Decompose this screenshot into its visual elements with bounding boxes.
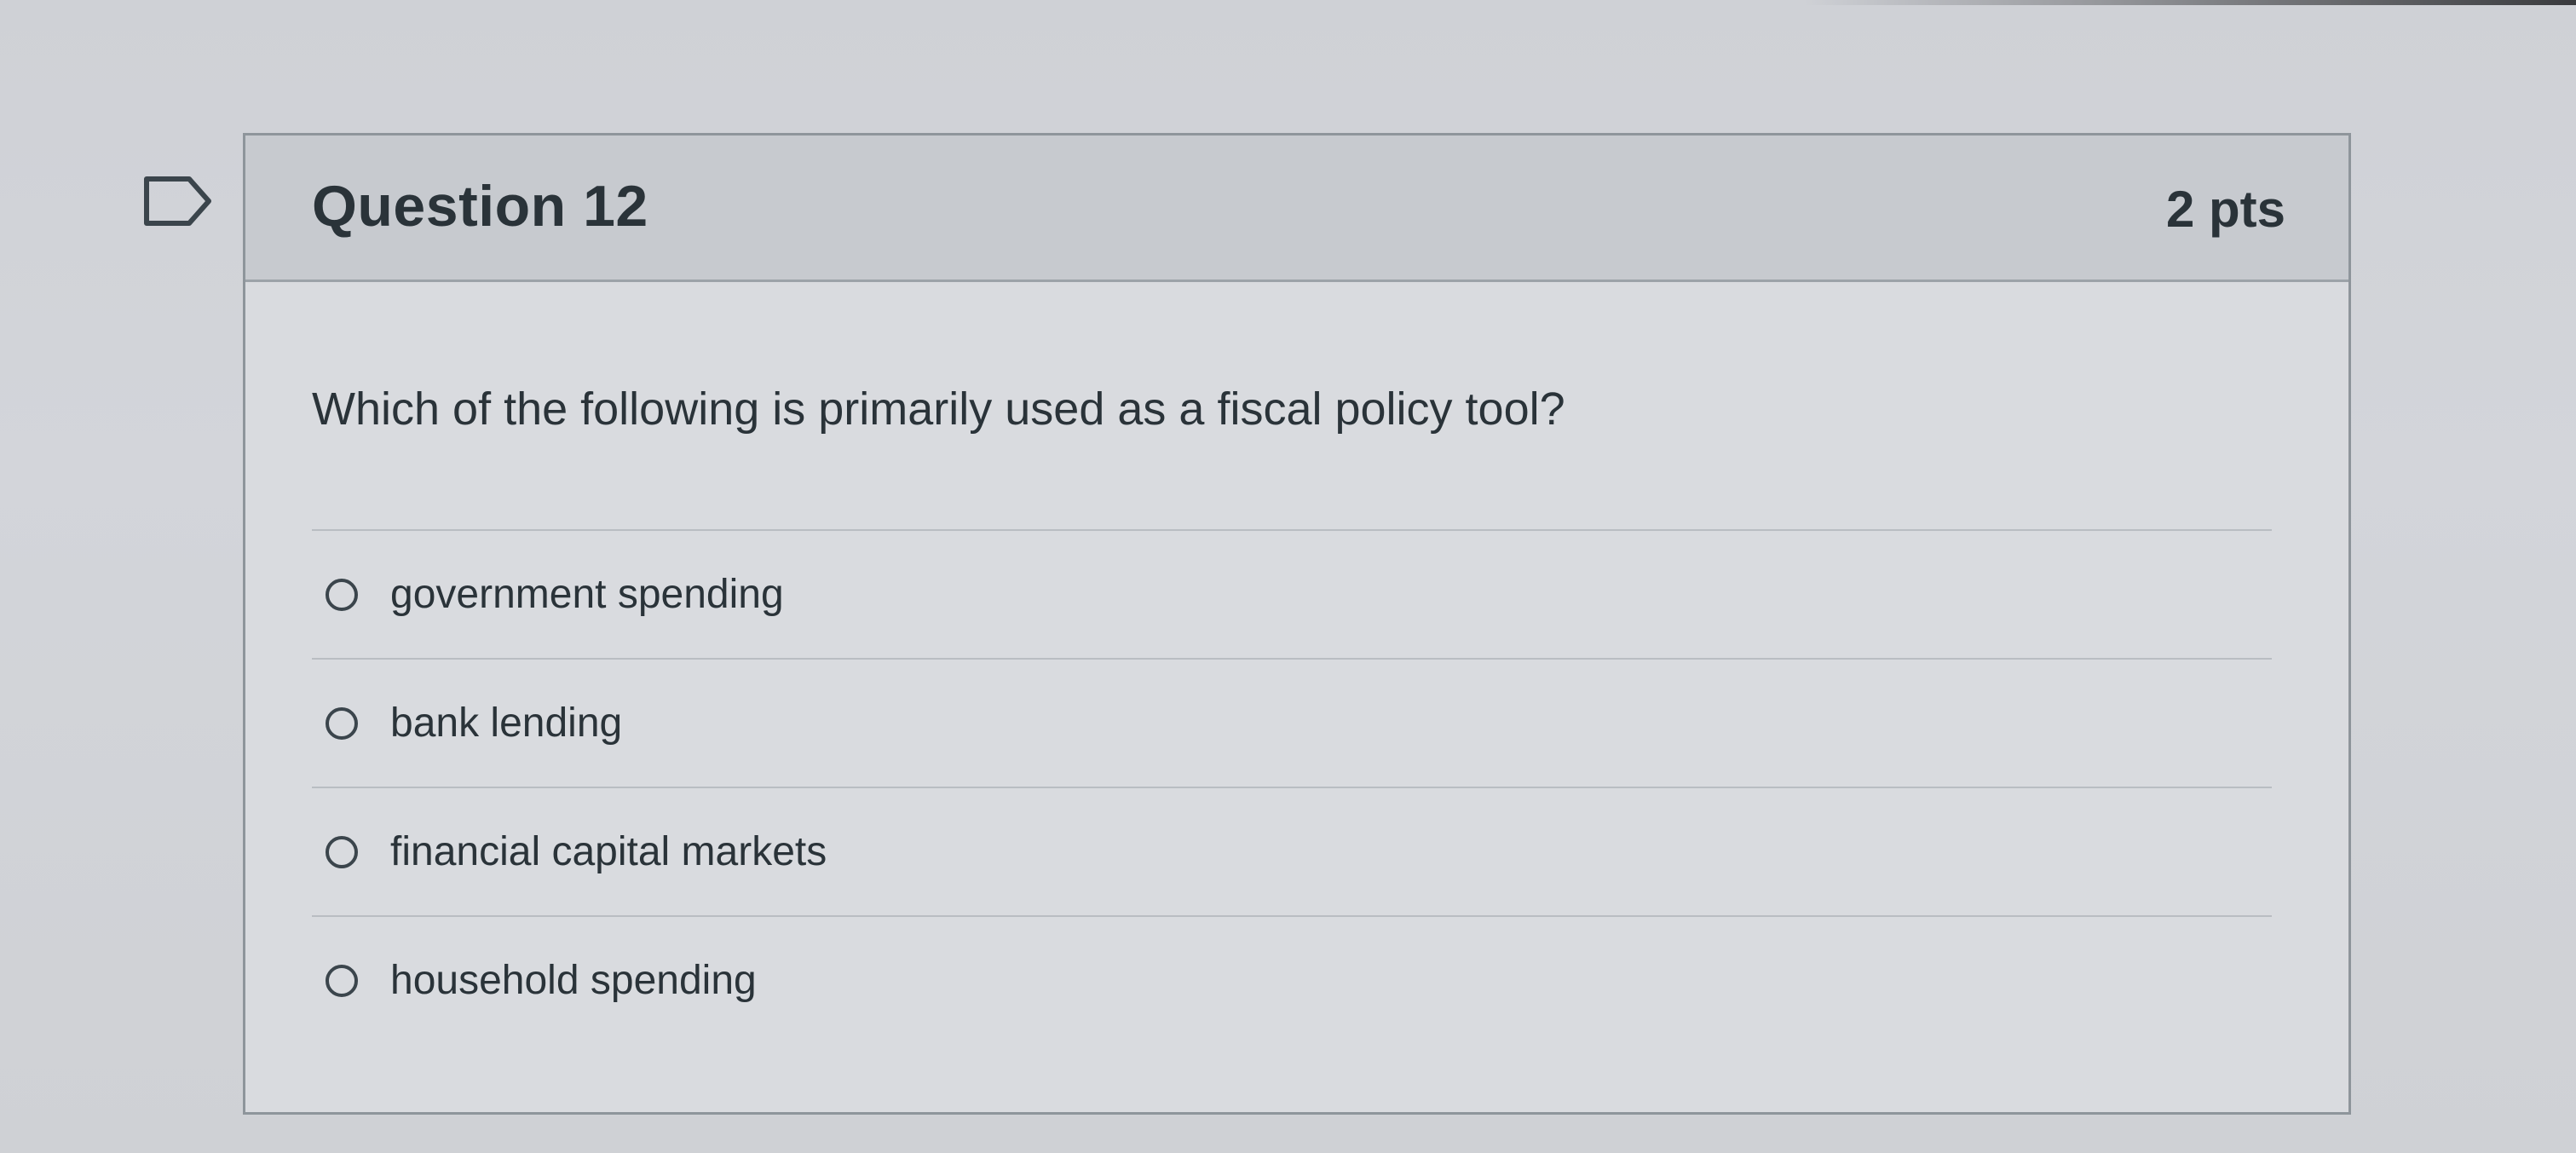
answer-option-financial-capital-markets[interactable]: financial capital markets (312, 787, 2272, 915)
screen-top-edge (0, 0, 2576, 5)
radio-button[interactable] (326, 706, 358, 740)
question-header: Question 12 2 pts (245, 135, 2348, 282)
question-title: Question 12 (312, 174, 648, 239)
radio-button[interactable] (326, 835, 358, 868)
radio-button[interactable] (326, 964, 358, 997)
question-text: Which of the following is primarily used… (312, 383, 1565, 435)
answer-option-household-spending[interactable]: household spending (312, 915, 2272, 1044)
answer-label[interactable]: financial capital markets (390, 828, 827, 875)
question-points: 2 pts (2165, 181, 2285, 238)
answer-label[interactable]: bank lending (390, 700, 622, 747)
answer-label[interactable]: household spending (390, 957, 757, 1004)
radio-button[interactable] (326, 578, 358, 611)
answer-list: government spending bank lending financi… (312, 529, 2272, 1044)
flag-question-icon[interactable] (143, 176, 213, 227)
question-card: Question 12 2 pts Which of the following… (243, 133, 2351, 1115)
answer-label[interactable]: government spending (390, 571, 784, 618)
answer-option-bank-lending[interactable]: bank lending (312, 658, 2272, 787)
answer-option-government-spending[interactable]: government spending (312, 529, 2272, 658)
